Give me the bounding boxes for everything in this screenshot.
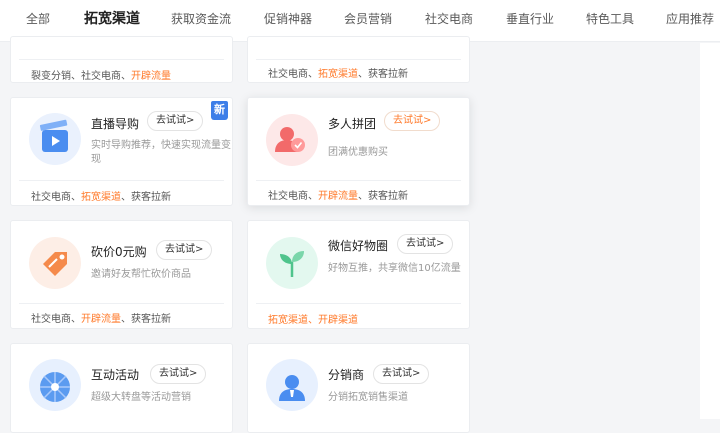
try-button[interactable]: 去试试> — [373, 364, 430, 384]
card-description: 超级大转盘等活动营销 — [91, 392, 191, 403]
card-divider — [19, 303, 224, 304]
card-tags: 社交电商、开辟流量、获客拉新 — [31, 314, 171, 325]
card-tags: 裂变分销、社交电商、开辟流量 — [31, 71, 171, 82]
app-card-interactive-activity[interactable]: 互动活动 去试试> 超级大转盘等活动营销 — [10, 343, 233, 433]
tab-promotion-tools[interactable]: 促销神器 — [264, 10, 312, 27]
try-button[interactable]: 去试试> — [156, 240, 213, 260]
card-divider — [19, 180, 224, 181]
app-card-wechat-goods[interactable]: 微信好物圈 去试试> 好物互推，共享微信10亿流量 拓宽渠道、开辟渠道 — [247, 220, 470, 329]
card-description: 实时导购推荐，快速实现流量变现 — [91, 140, 231, 165]
tab-social-commerce[interactable]: 社交电商 — [425, 10, 473, 27]
tab-get-capital[interactable]: 获取资金流 — [171, 10, 231, 27]
tab-vertical-industry[interactable]: 垂直行业 — [506, 10, 554, 27]
app-card-partial-1[interactable]: 裂变分销、社交电商、开辟流量 — [10, 36, 233, 83]
sprout-icon — [266, 237, 318, 289]
card-title: 砍价0元购 — [91, 245, 147, 259]
app-card-bargain[interactable]: 砍价0元购 去试试> 邀请好友帮忙砍价商品 社交电商、开辟流量、获客拉新 — [10, 220, 233, 329]
card-title: 多人拼团 — [328, 117, 377, 131]
card-title: 分销商 — [328, 368, 365, 382]
card-divider — [256, 180, 461, 181]
card-divider — [256, 59, 461, 60]
card-tags: 社交电商、拓宽渠道、获客拉新 — [268, 69, 408, 80]
card-description: 好物互推，共享微信10亿流量 — [328, 263, 461, 274]
card-title: 互动活动 — [91, 368, 140, 382]
group-buy-icon — [266, 114, 318, 166]
tab-expand-channels[interactable]: 拓宽渠道 — [84, 8, 140, 28]
try-button[interactable]: 去试试> — [150, 364, 207, 384]
wheel-icon — [29, 359, 81, 411]
card-tags: 拓宽渠道、开辟渠道 — [268, 315, 358, 326]
try-button[interactable]: 去试试> — [147, 111, 204, 131]
card-divider — [256, 303, 461, 304]
try-button[interactable]: 去试试> — [397, 234, 454, 254]
card-title: 直播导购 — [91, 117, 140, 131]
app-card-live-shopping[interactable]: 直播导购 去试试> 实时导购推荐，快速实现流量变现 社交电商、拓宽渠道、获客拉新 — [10, 97, 233, 206]
new-badge: 新 — [211, 101, 228, 120]
card-description: 团满优惠购买 — [328, 147, 388, 158]
card-tags: 社交电商、开辟流量、获客拉新 — [268, 191, 408, 202]
distributor-icon — [266, 359, 318, 411]
tab-app-recommend[interactable]: 应用推荐 — [666, 10, 714, 27]
card-tags: 社交电商、拓宽渠道、获客拉新 — [31, 192, 171, 203]
app-card-distributor[interactable]: 分销商 去试试> 分销拓宽销售渠道 — [247, 343, 470, 433]
card-divider — [19, 59, 224, 60]
live-video-icon — [29, 113, 81, 165]
app-card-group-buy[interactable]: 多人拼团 去试试> 团满优惠购买 社交电商、开辟流量、获客拉新 — [247, 97, 470, 206]
price-tag-icon — [29, 237, 81, 289]
tab-all[interactable]: 全部 — [26, 10, 50, 27]
card-title: 微信好物圈 — [328, 239, 389, 253]
card-description: 分销拓宽销售渠道 — [328, 392, 408, 403]
app-card-partial-2[interactable]: 社交电商、拓宽渠道、获客拉新 — [247, 36, 470, 83]
card-description: 邀请好友帮忙砍价商品 — [91, 269, 191, 280]
try-button[interactable]: 去试试> — [384, 111, 441, 131]
right-side-panel — [700, 43, 720, 419]
tab-special-tools[interactable]: 特色工具 — [586, 10, 634, 27]
tab-member-marketing[interactable]: 会员营销 — [344, 10, 392, 27]
